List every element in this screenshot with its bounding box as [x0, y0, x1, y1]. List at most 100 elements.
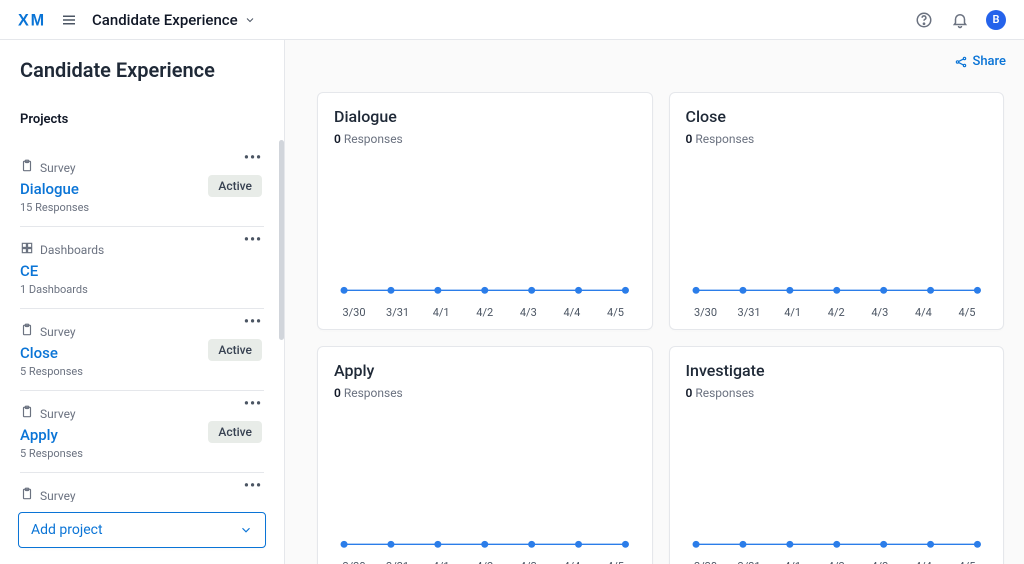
- project-meta: 1 Dashboards: [20, 283, 264, 296]
- svg-text:M: M: [31, 11, 44, 29]
- tick-label: 4/5: [601, 560, 629, 564]
- tick-label: 3/30: [692, 306, 720, 319]
- tick-label: 3/31: [735, 306, 763, 319]
- sidebar: Candidate Experience Projects SurveyDial…: [0, 40, 285, 564]
- projects-heading: Projects: [20, 112, 264, 127]
- x-axis-ticks: 3/30 3/31 4/1 4/2 4/3 4/4 4/5: [686, 302, 988, 319]
- avatar[interactable]: B: [986, 10, 1006, 30]
- project-item[interactable]: Survey Close 5 Responses ••• Active: [20, 309, 264, 391]
- x-axis-ticks: 3/30 3/31 4/1 4/2 4/3 4/4 4/5: [686, 556, 988, 564]
- bell-icon[interactable]: [950, 10, 970, 30]
- tick-label: 4/2: [471, 560, 499, 564]
- overflow-icon[interactable]: •••: [244, 479, 262, 493]
- help-icon[interactable]: [914, 10, 934, 30]
- tick-label: 3/30: [340, 560, 368, 564]
- tick-label: 4/4: [909, 560, 937, 564]
- project-meta: 15 Responses: [20, 201, 264, 214]
- project-type: Survey: [40, 407, 76, 421]
- project-meta: 5 Responses: [20, 365, 264, 378]
- topbar: XM Candidate Experience B: [0, 0, 1024, 40]
- project-title[interactable]: Apply: [20, 426, 58, 444]
- card-title: Dialogue: [334, 107, 636, 126]
- tick-label: 4/3: [514, 306, 542, 319]
- chevron-down-icon: [244, 14, 256, 26]
- project-item[interactable]: Survey Apply 5 Responses ••• Active: [20, 391, 264, 473]
- overflow-icon[interactable]: •••: [244, 233, 262, 247]
- chart-card[interactable]: Apply 0 Responses 3/30 3/31 4/1 4/2 4/3 4/4 4/5: [317, 346, 653, 564]
- project-title[interactable]: CE: [20, 262, 38, 280]
- card-title: Apply: [334, 361, 636, 380]
- add-project-label: Add project: [31, 522, 103, 538]
- add-project-button[interactable]: Add project: [18, 512, 266, 548]
- status-badge: Active: [208, 175, 262, 197]
- overflow-icon[interactable]: •••: [244, 315, 262, 329]
- share-label: Share: [972, 54, 1006, 69]
- tick-label: 4/2: [822, 306, 850, 319]
- tick-label: 4/2: [471, 306, 499, 319]
- tick-label: 4/1: [427, 560, 455, 564]
- tick-label: 4/2: [822, 560, 850, 564]
- chart: [686, 410, 988, 556]
- card-grid: Dialogue 0 Responses 3/30 3/31 4/1 4/2 4/3 4/4 4…: [285, 40, 1024, 564]
- overflow-icon[interactable]: •••: [244, 151, 262, 165]
- project-item[interactable]: DashboardsCE 1 Dashboards •••: [20, 227, 264, 309]
- svg-text:X: X: [18, 11, 29, 29]
- x-axis-ticks: 3/30 3/31 4/1 4/2 4/3 4/4 4/5: [334, 302, 636, 319]
- tick-label: 3/31: [384, 306, 412, 319]
- card-subtitle: 0 Responses: [686, 132, 988, 146]
- share-icon: [954, 55, 968, 69]
- breadcrumb-label: Candidate Experience: [92, 11, 238, 29]
- tick-label: 4/1: [427, 306, 455, 319]
- tick-label: 3/31: [384, 560, 412, 564]
- chart-card[interactable]: Dialogue 0 Responses 3/30 3/31 4/1 4/2 4/3 4/4 4…: [317, 92, 653, 330]
- card-subtitle: 0 Responses: [686, 386, 988, 400]
- tick-label: 4/5: [601, 306, 629, 319]
- topbar-actions: B: [914, 10, 1006, 30]
- chart-card[interactable]: Close 0 Responses 3/30 3/31 4/1 4/2 4/3 4/4 4/5: [669, 92, 1005, 330]
- tick-label: 4/1: [779, 560, 807, 564]
- tick-label: 4/3: [866, 560, 894, 564]
- project-type: Survey: [40, 489, 76, 503]
- tick-label: 3/31: [735, 560, 763, 564]
- brand-logo[interactable]: XM: [18, 11, 54, 29]
- grid-icon: [20, 241, 34, 258]
- x-axis-ticks: 3/30 3/31 4/1 4/2 4/3 4/4 4/5: [334, 556, 636, 564]
- tick-label: 4/1: [779, 306, 807, 319]
- project-type: Dashboards: [40, 243, 104, 257]
- tick-label: 4/5: [953, 560, 981, 564]
- card-subtitle: 0 Responses: [334, 386, 636, 400]
- project-type: Survey: [40, 161, 76, 175]
- scrollbar[interactable]: [279, 140, 284, 340]
- project-meta: 5 Responses: [20, 447, 264, 460]
- card-title: Close: [686, 107, 988, 126]
- clipboard-icon: [20, 323, 34, 340]
- tick-label: 3/30: [692, 560, 720, 564]
- tick-label: 4/3: [866, 306, 894, 319]
- chevron-down-icon: [239, 523, 253, 537]
- overflow-icon[interactable]: •••: [244, 397, 262, 411]
- project-title[interactable]: Close: [20, 344, 58, 362]
- clipboard-icon: [20, 405, 34, 422]
- tick-label: 4/4: [558, 306, 586, 319]
- main-area: Share Dialogue 0 Responses 3/30 3/31 4/1 4/2 4…: [285, 40, 1024, 564]
- breadcrumb[interactable]: Candidate Experience: [92, 11, 256, 29]
- project-item[interactable]: SurveyInvestigate•••: [20, 473, 264, 502]
- tick-label: 4/3: [514, 560, 542, 564]
- chart: [334, 156, 636, 302]
- menu-icon[interactable]: [60, 11, 78, 29]
- project-list: Survey Dialogue 15 Responses ••• Active Dashb…: [20, 145, 264, 502]
- project-item[interactable]: Survey Dialogue 15 Responses ••• Active: [20, 145, 264, 227]
- chart-card[interactable]: Investigate0 Responses3/303/314/14/24/34…: [669, 346, 1005, 564]
- tick-label: 4/4: [558, 560, 586, 564]
- share-button[interactable]: Share: [954, 54, 1006, 69]
- status-badge: Active: [208, 339, 262, 361]
- card-subtitle: 0 Responses: [334, 132, 636, 146]
- chart: [686, 156, 988, 302]
- tick-label: 4/4: [909, 306, 937, 319]
- project-title[interactable]: Dialogue: [20, 180, 79, 198]
- clipboard-icon: [20, 159, 34, 176]
- project-type: Survey: [40, 325, 76, 339]
- tick-label: 4/5: [953, 306, 981, 319]
- tick-label: 3/30: [340, 306, 368, 319]
- status-badge: Active: [208, 421, 262, 443]
